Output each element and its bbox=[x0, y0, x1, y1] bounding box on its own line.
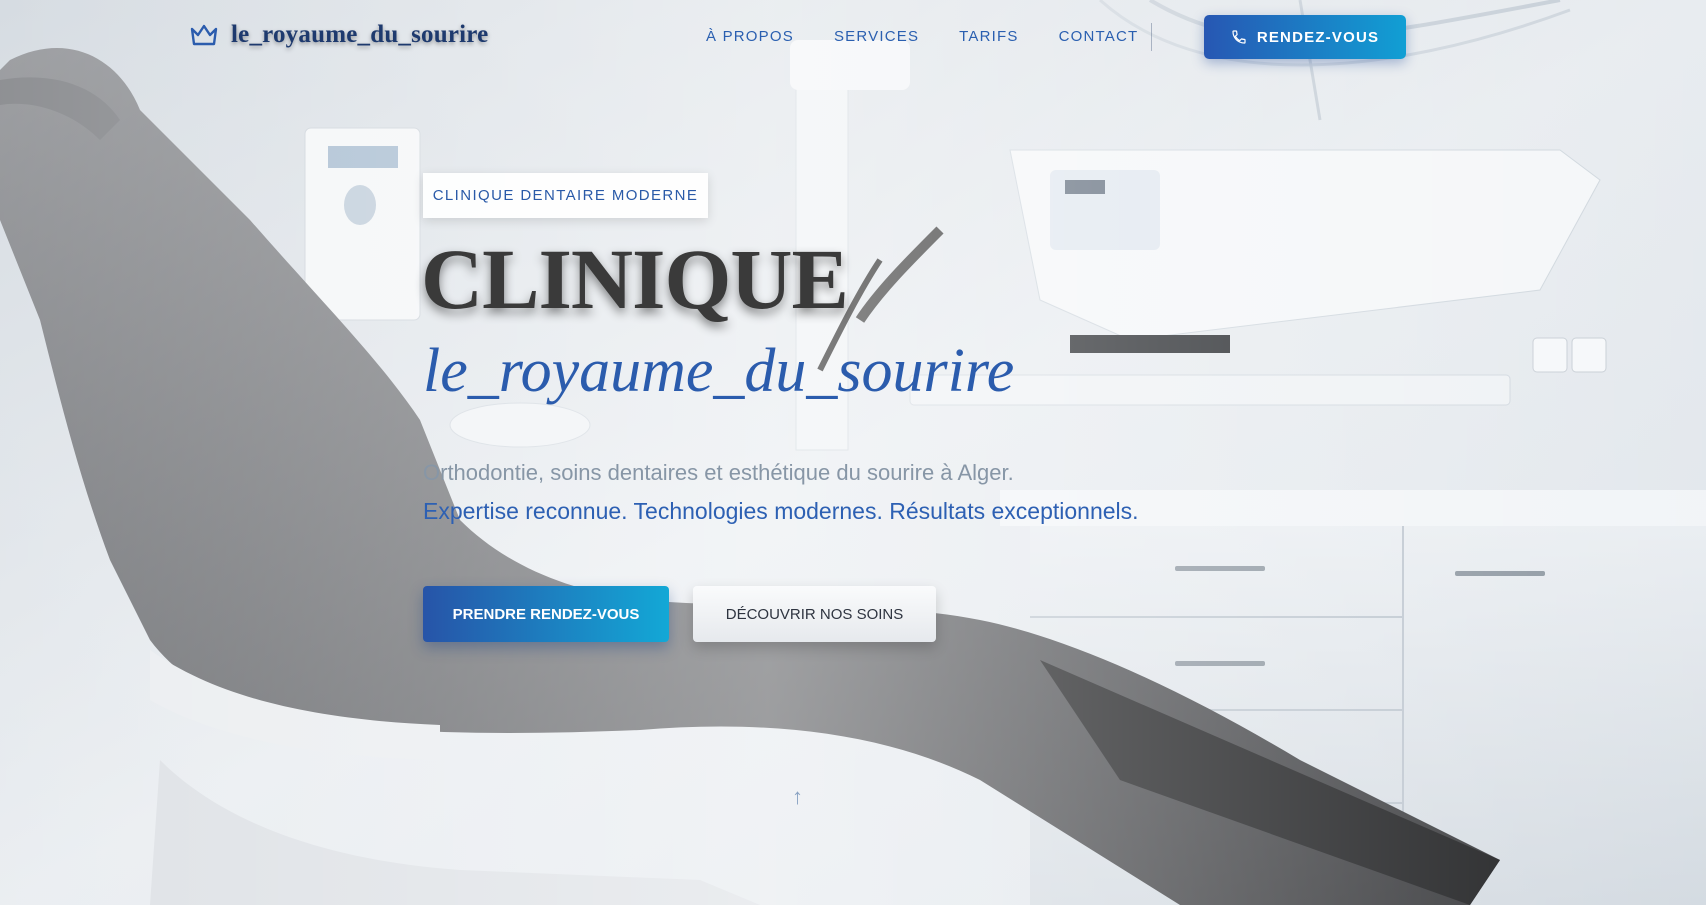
hero-subtitle: le_royaume_du_sourire bbox=[423, 337, 1015, 405]
crown-icon bbox=[190, 24, 218, 46]
hero-tagline: Expertise reconnue. Technologies moderne… bbox=[423, 498, 1139, 524]
brand-logo[interactable]: le_royaume_du_sourire bbox=[189, 20, 488, 50]
rendez-vous-button[interactable]: RENDEZ-VOUS bbox=[1204, 15, 1406, 59]
main-nav: À PROPOS SERVICES TARIFS CONTACT bbox=[706, 28, 1178, 45]
prendre-rendez-vous-button[interactable]: PRENDRE RENDEZ-VOUS bbox=[423, 586, 669, 642]
arrow-up-icon[interactable]: ↑ bbox=[792, 784, 803, 810]
decouvrir-nos-soins-button[interactable]: DÉCOUVRIR NOS SOINS bbox=[693, 586, 936, 642]
site-header: le_royaume_du_sourire À PROPOS SERVICES … bbox=[0, 0, 1706, 75]
brand-name: le_royaume_du_sourire bbox=[231, 21, 489, 48]
nav-link-contact[interactable]: CONTACT bbox=[1059, 28, 1139, 45]
nav-link-a-propos[interactable]: À PROPOS bbox=[706, 28, 794, 45]
phone-icon bbox=[1232, 30, 1246, 44]
nav-divider bbox=[1151, 23, 1152, 51]
nav-link-services[interactable]: SERVICES bbox=[834, 28, 919, 45]
hero-badge: CLINIQUE DENTAIRE MODERNE bbox=[423, 173, 708, 218]
hero-description: Orthodontie, soins dentaires et esthétiq… bbox=[423, 460, 1014, 485]
rendez-vous-label: RENDEZ-VOUS bbox=[1256, 28, 1380, 46]
nav-link-tarifs[interactable]: TARIFS bbox=[959, 28, 1018, 45]
hero-title: CLINIQUE bbox=[421, 231, 849, 327]
